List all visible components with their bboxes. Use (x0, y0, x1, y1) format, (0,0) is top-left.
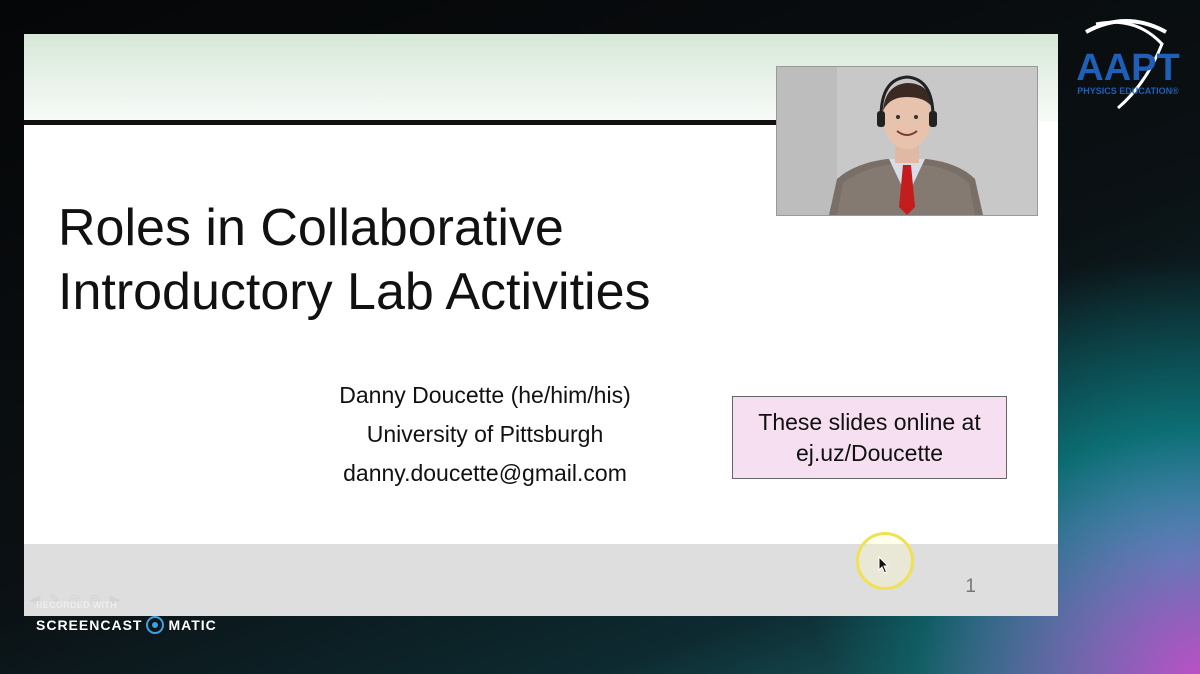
author-name: Danny Doucette (he/him/his) (339, 382, 631, 408)
author-email: danny.doucette@gmail.com (343, 460, 627, 486)
screencast-brand-left: SCREENCAST (36, 617, 143, 633)
slide-title-line-2: Introductory Lab Activities (58, 263, 651, 321)
author-affiliation: University of Pittsburgh (366, 421, 604, 447)
slides-note-line-1: These slides online at (758, 409, 981, 435)
author-block: Danny Doucette (he/him/his) University o… (280, 376, 690, 493)
screencast-brand-right: MATIC (168, 617, 217, 633)
slides-online-note: These slides online at ej.uz/Doucette (732, 396, 1007, 479)
screencast-wordmark: SCREENCAST MATIC (36, 616, 217, 634)
screencast-matic-watermark: ◀ ✎ ◎ ⊜ ▶ RECORDED WITH SCREENCAST MATIC (26, 590, 266, 638)
slides-note-line-2: ej.uz/Doucette (795, 440, 944, 466)
presenter-video (777, 67, 1037, 215)
recorded-with-label: RECORDED WITH (36, 600, 117, 610)
aapt-logo: AAPT PHYSICS EDUCATION® (1076, 19, 1180, 110)
title-rule (24, 120, 776, 125)
webcam-feed (776, 66, 1038, 216)
record-dot-icon (146, 616, 165, 634)
slide-title-line-1: Roles in Collaborative (58, 199, 564, 257)
mouse-pointer-icon (878, 556, 890, 574)
aapt-logo-tagline: PHYSICS EDUCATION® (1077, 86, 1179, 96)
slide-title: Roles in Collaborative Introductory Lab … (58, 196, 651, 324)
aapt-logo-text: AAPT (1076, 47, 1179, 89)
slide-page-number: 1 (965, 576, 976, 597)
